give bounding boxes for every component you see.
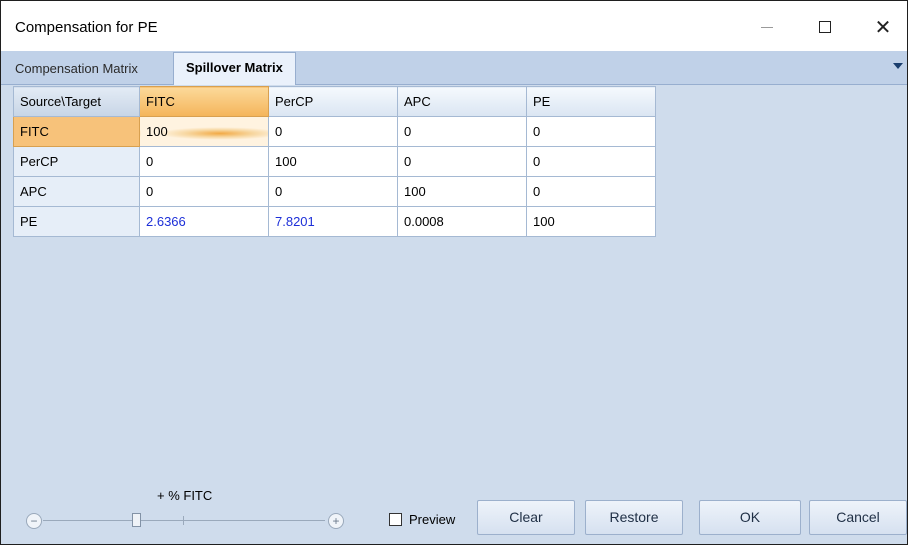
preview-toggle[interactable]: Preview [389,512,455,527]
minimize-button[interactable] [744,9,790,45]
ok-button[interactable]: OK [699,500,801,535]
close-button[interactable]: ✕ [860,9,906,45]
table-row: APC 0 0 100 0 [13,176,656,207]
maximize-button[interactable] [802,9,848,45]
matrix-cell[interactable]: 2.6366 [139,206,269,237]
matrix-cell[interactable]: 100 [526,206,656,237]
column-header-percp[interactable]: PerCP [268,86,398,117]
matrix-cell[interactable]: 0 [397,146,527,177]
maximize-icon [819,21,831,33]
matrix-cell[interactable]: 0 [397,116,527,147]
column-header-fitc[interactable]: FITC [139,86,269,117]
row-header-apc[interactable]: APC [13,176,140,207]
tab-compensation-matrix[interactable]: Compensation Matrix [5,55,148,83]
preview-checkbox[interactable] [389,513,402,526]
table-row: PE 2.6366 7.8201 0.0008 100 [13,206,656,237]
slider-thumb[interactable] [132,513,141,527]
matrix-cell[interactable]: 0.0008 [397,206,527,237]
matrix-cell[interactable]: 100 [268,146,398,177]
grid-corner-header: Source\Target [13,86,140,117]
matrix-cell[interactable]: 0 [268,116,398,147]
row-header-percp[interactable]: PerCP [13,146,140,177]
window-title: Compensation for PE [15,19,158,36]
grid-header-row: Source\Target FITC PerCP APC PE [13,86,656,117]
matrix-cell[interactable]: 100 [139,116,269,147]
table-row: FITC 100 0 0 0 [13,116,656,147]
restore-button[interactable]: Restore [585,500,683,535]
matrix-cell[interactable]: 0 [526,146,656,177]
plus-icon: + [332,514,340,528]
slider-label: + % FITC [157,488,213,503]
minus-icon: − [30,514,38,528]
matrix-cell[interactable]: 7.8201 [268,206,398,237]
matrix-cell[interactable]: 0 [139,146,269,177]
tab-spillover-matrix[interactable]: Spillover Matrix [173,52,296,85]
slider-tick [183,516,184,525]
table-row: PerCP 0 100 0 0 [13,146,656,177]
spillover-matrix-grid: Source\Target FITC PerCP APC PE FITC 100… [13,86,656,237]
tab-list-dropdown-icon[interactable] [893,63,903,69]
minimize-icon [761,26,773,28]
row-header-pe[interactable]: PE [13,206,140,237]
cancel-button[interactable]: Cancel [809,500,907,535]
row-header-fitc[interactable]: FITC [13,116,140,147]
slider-increase-button[interactable]: + [328,513,344,529]
matrix-cell[interactable]: 0 [139,176,269,207]
column-header-apc[interactable]: APC [397,86,527,117]
clear-button[interactable]: Clear [477,500,575,535]
column-header-pe[interactable]: PE [526,86,656,117]
preview-label: Preview [409,512,456,527]
matrix-cell[interactable]: 0 [526,176,656,207]
tab-strip: Compensation Matrix Spillover Matrix [1,51,907,85]
matrix-cell[interactable]: 0 [268,176,398,207]
close-icon: ✕ [874,15,892,39]
compensation-dialog: Compensation for PE ✕ Compensation Matri… [0,0,908,545]
matrix-cell[interactable]: 0 [526,116,656,147]
title-bar: Compensation for PE ✕ [1,1,907,51]
slider-track[interactable] [43,520,325,521]
slider-decrease-button[interactable]: − [26,513,42,529]
matrix-cell[interactable]: 100 [397,176,527,207]
